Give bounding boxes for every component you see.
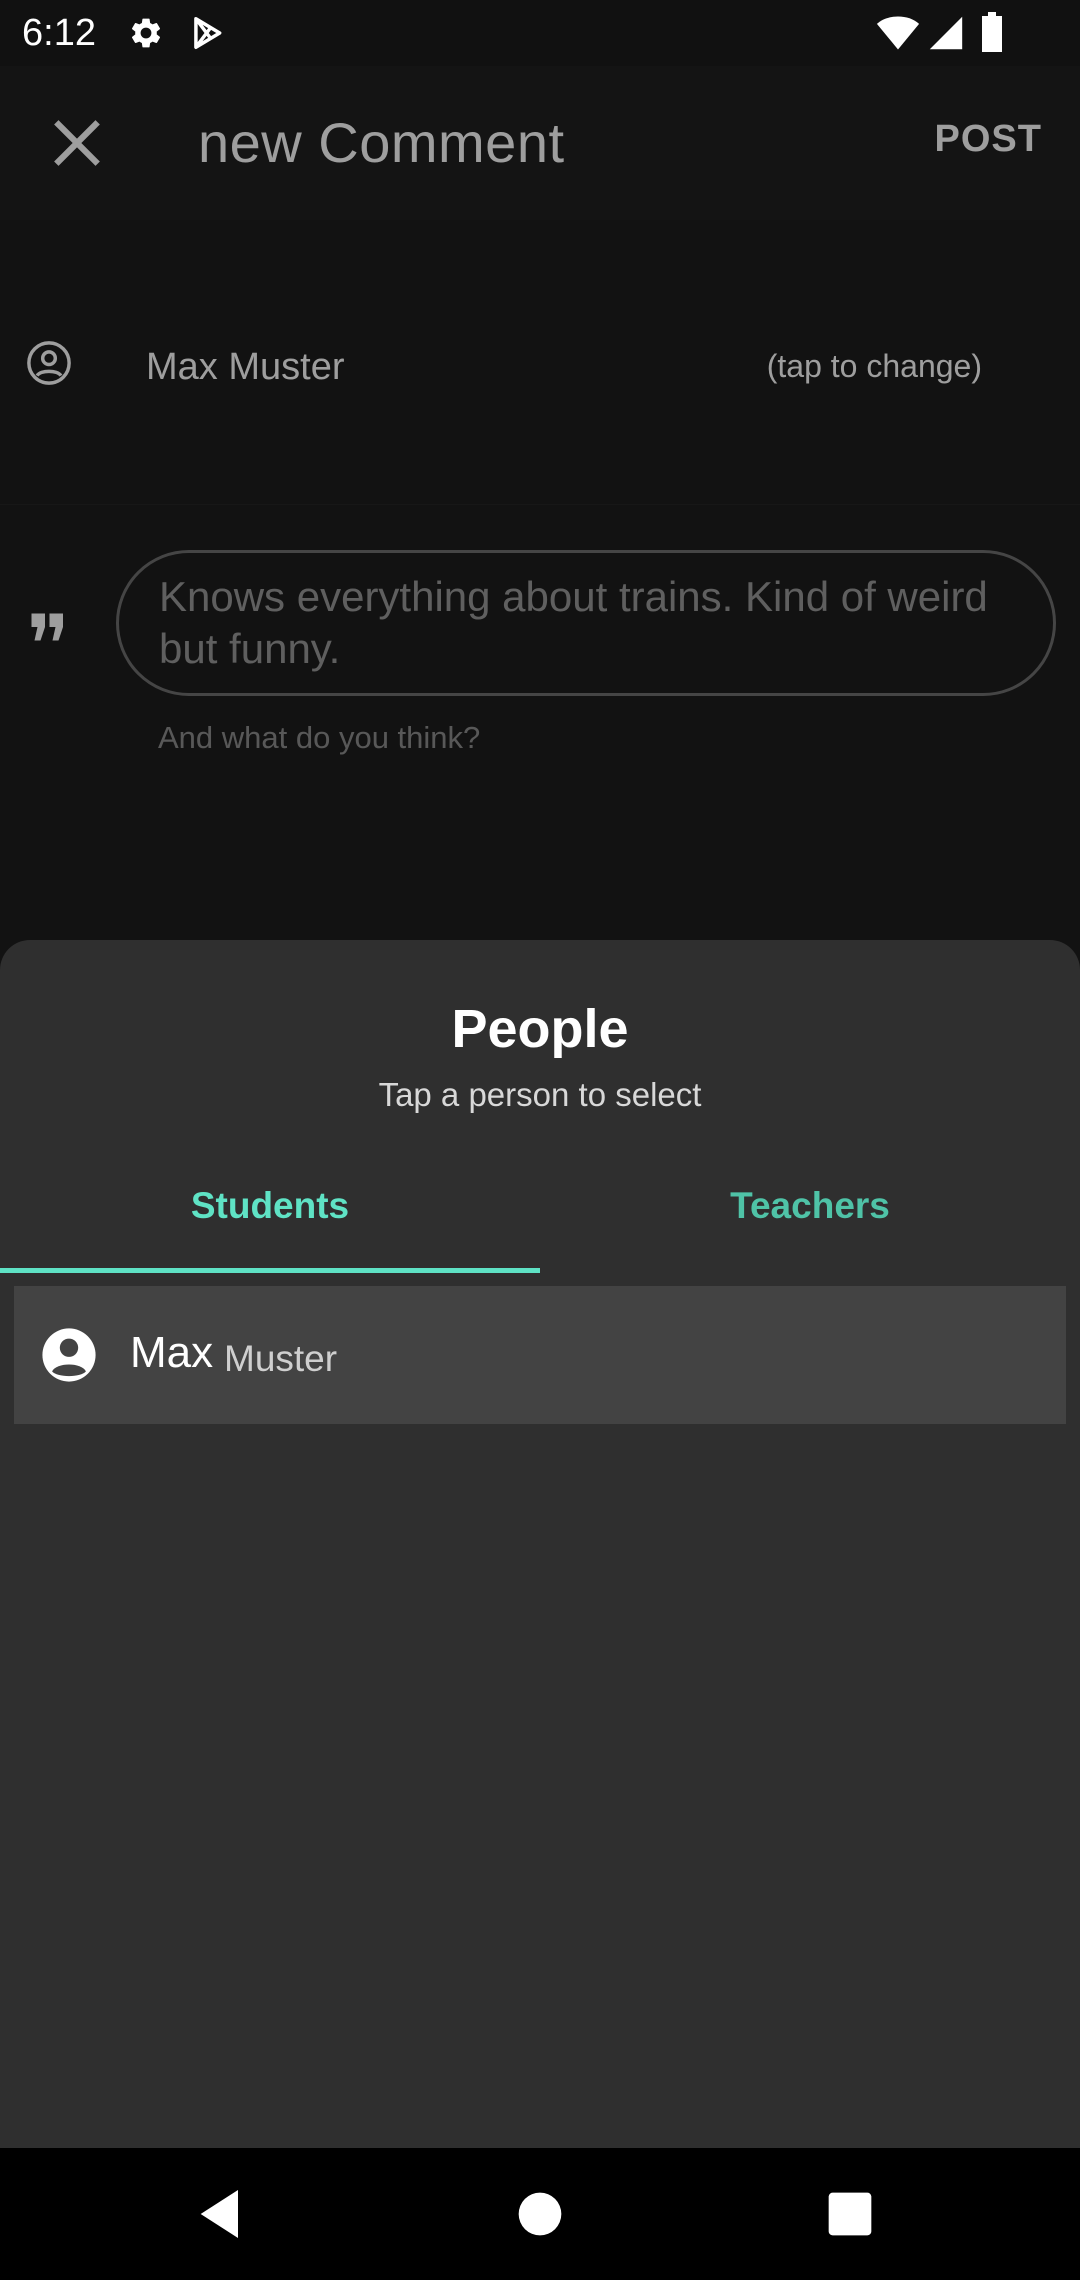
person-first-name: Max bbox=[130, 1328, 214, 1377]
battery-icon bbox=[982, 12, 1002, 52]
tab-students[interactable]: Students bbox=[0, 1158, 540, 1270]
home-icon[interactable] bbox=[508, 2182, 572, 2246]
screen: 6:12 new Comment POST Max Muster (tap to… bbox=[0, 0, 1080, 2280]
sheet-subtitle: Tap a person to select bbox=[378, 1076, 702, 1113]
person-last-name: Muster bbox=[224, 1338, 338, 1379]
list-item[interactable]: Max Muster bbox=[14, 1286, 1066, 1424]
play-store-icon bbox=[194, 17, 222, 49]
tab-teachers[interactable]: Teachers bbox=[540, 1158, 1080, 1270]
gear-icon bbox=[131, 18, 161, 48]
navigation-bar bbox=[0, 2148, 1080, 2280]
tab-bar: Students Teachers bbox=[0, 1158, 1080, 1270]
tab-indicator bbox=[0, 1268, 540, 1273]
people-sheet: People Tap a person to select Students T… bbox=[0, 940, 1080, 2148]
status-time: 6:12 bbox=[22, 12, 96, 54]
status-bar: 6:12 bbox=[0, 0, 1080, 66]
signal-icon bbox=[929, 16, 963, 50]
back-icon[interactable] bbox=[190, 2182, 254, 2246]
wifi-icon bbox=[876, 16, 920, 50]
recents-icon[interactable] bbox=[818, 2182, 882, 2246]
account-circle-icon bbox=[42, 1328, 96, 1382]
sheet-title: People bbox=[451, 999, 629, 1059]
